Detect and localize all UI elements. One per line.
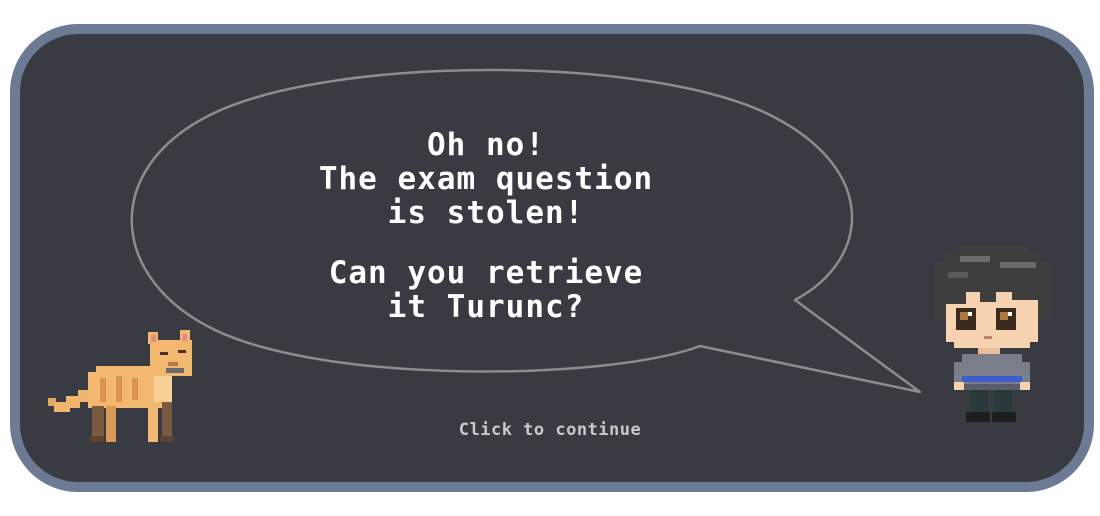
pixel-cat-icon bbox=[48, 330, 192, 442]
dialog-line-4: Can you retrieve bbox=[328, 255, 644, 291]
pixel-boy-character-icon bbox=[934, 246, 1052, 422]
dialog-line-3: is stolen! bbox=[387, 195, 585, 231]
click-to-continue-button[interactable]: Click to continue bbox=[400, 420, 700, 440]
dialog-line-2: The exam question bbox=[318, 161, 654, 197]
dialog-line-5: it Turunc? bbox=[387, 289, 585, 325]
dialog-paragraph-gap bbox=[186, 230, 786, 256]
dialog-message: Oh no! The exam question is stolen! Can … bbox=[186, 128, 786, 324]
dialog-line-1: Oh no! bbox=[427, 127, 545, 163]
